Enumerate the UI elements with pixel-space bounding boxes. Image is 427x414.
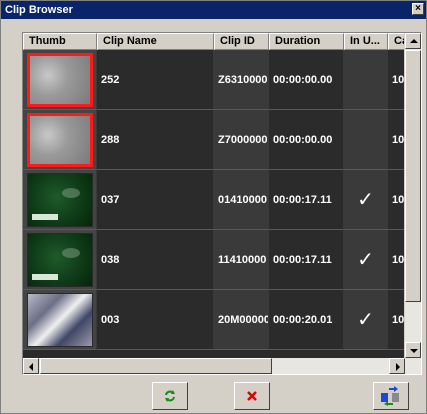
table-row[interactable]: 288 Z7000000 00:00:00.00 10P <box>23 110 421 170</box>
refresh-button[interactable] <box>152 382 188 410</box>
clip-thumbnail[interactable] <box>27 173 93 227</box>
arrow-down-icon <box>410 349 418 353</box>
clip-thumbnail[interactable] <box>27 293 93 347</box>
vertical-scrollbar[interactable] <box>404 33 421 358</box>
duration-cell[interactable]: 00:00:17.11 <box>269 170 344 230</box>
scroll-right-button[interactable] <box>389 358 405 374</box>
table-row[interactable]: 038 11410000 00:00:17.11 ✓ 10P <box>23 230 421 290</box>
clip-id-cell[interactable]: Z7000000 <box>214 110 269 170</box>
scroll-down-button[interactable] <box>405 342 421 358</box>
arrow-left-icon <box>29 363 33 371</box>
duration-cell[interactable]: 00:00:00.00 <box>269 50 344 110</box>
timecode-overlay <box>32 214 58 220</box>
clip-name-cell[interactable]: 003 <box>97 290 214 350</box>
horizontal-scroll-thumb[interactable] <box>40 358 272 374</box>
column-header-thumb[interactable]: Thumb <box>23 33 97 50</box>
clip-name-cell[interactable]: 038 <box>97 230 214 290</box>
import-icon <box>381 386 399 406</box>
column-header-in-use[interactable]: In U... <box>344 33 388 50</box>
scroll-up-button[interactable] <box>405 33 421 49</box>
vertical-scroll-thumb[interactable] <box>405 50 421 302</box>
thumb-cell[interactable] <box>23 50 97 110</box>
clip-id-cell[interactable]: Z6310000 <box>214 50 269 110</box>
grid-rows: 252 Z6310000 00:00:00.00 10P 288 Z700000… <box>23 50 421 358</box>
table-row[interactable]: 003 20M00000 00:00:20.01 ✓ 10P <box>23 290 421 350</box>
thumbnail-detail <box>62 248 80 258</box>
thumb-cell[interactable] <box>23 290 97 350</box>
horizontal-scrollbar[interactable] <box>23 358 421 374</box>
in-use-checkmark[interactable]: ✓ <box>344 290 388 350</box>
duration-cell[interactable]: 00:00:17.11 <box>269 230 344 290</box>
clip-thumbnail[interactable] <box>27 113 93 167</box>
duration-cell[interactable]: 00:00:20.01 <box>269 290 344 350</box>
import-button[interactable] <box>373 382 409 410</box>
title-bar: Clip Browser × <box>1 1 426 19</box>
delete-button[interactable] <box>234 382 270 410</box>
table-row[interactable]: 037 01410000 00:00:17.11 ✓ 10P <box>23 170 421 230</box>
column-header-clip-name[interactable]: Clip Name <box>97 33 214 50</box>
thumb-cell[interactable] <box>23 110 97 170</box>
refresh-icon <box>165 390 175 402</box>
thumb-cell[interactable] <box>23 230 97 290</box>
table-row[interactable]: 252 Z6310000 00:00:00.00 10P <box>23 50 421 110</box>
clip-id-cell[interactable]: 20M00000 <box>214 290 269 350</box>
clip-id-cell[interactable]: 01410000 <box>214 170 269 230</box>
column-header-clip-id[interactable]: Clip ID <box>214 33 269 50</box>
close-button[interactable]: × <box>412 3 424 15</box>
clip-name-cell[interactable]: 037 <box>97 170 214 230</box>
clip-id-cell[interactable]: 11410000 <box>214 230 269 290</box>
clip-thumbnail[interactable] <box>27 233 93 287</box>
window-title: Clip Browser <box>5 4 73 16</box>
thumbnail-detail <box>62 188 80 198</box>
timecode-overlay <box>32 274 58 280</box>
arrow-right-icon <box>396 363 400 371</box>
clip-name-cell[interactable]: 288 <box>97 110 214 170</box>
column-header-duration[interactable]: Duration <box>269 33 344 50</box>
arrow-up-icon <box>410 39 418 43</box>
thumb-cell[interactable] <box>23 170 97 230</box>
in-use-checkmark[interactable]: ✓ <box>344 230 388 290</box>
in-use-cell[interactable] <box>344 110 388 170</box>
in-use-checkmark[interactable]: ✓ <box>344 170 388 230</box>
clip-thumbnail[interactable] <box>27 53 93 107</box>
clip-grid: Thumb Clip Name Clip ID Duration In U...… <box>22 32 422 375</box>
clip-browser-window: Clip Browser × Thumb Clip Name Clip ID D… <box>0 0 427 414</box>
clip-name-cell[interactable]: 252 <box>97 50 214 110</box>
delete-icon <box>247 391 257 401</box>
duration-cell[interactable]: 00:00:00.00 <box>269 110 344 170</box>
scroll-left-button[interactable] <box>23 358 39 374</box>
in-use-cell[interactable] <box>344 50 388 110</box>
grid-header: Thumb Clip Name Clip ID Duration In U...… <box>23 33 421 50</box>
